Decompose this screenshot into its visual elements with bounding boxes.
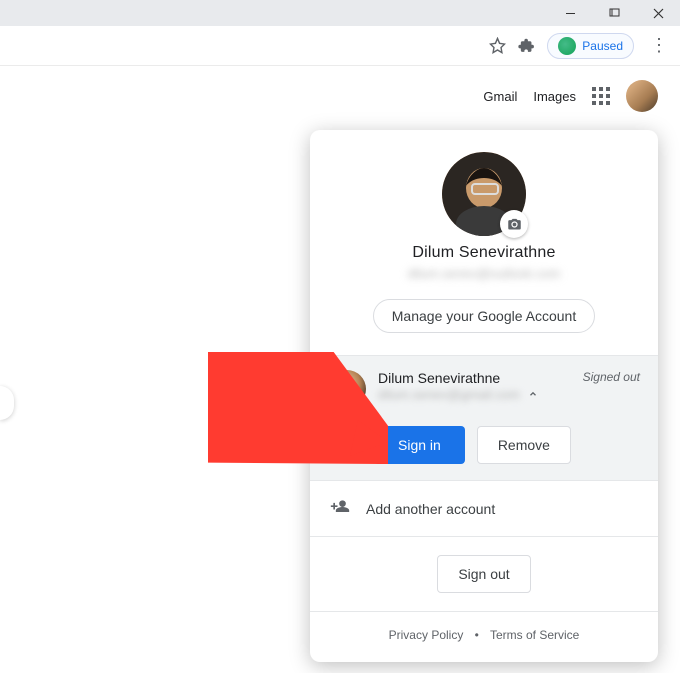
page-edge-handle bbox=[0, 386, 14, 420]
star-icon[interactable] bbox=[489, 37, 506, 54]
maximize-button[interactable] bbox=[592, 0, 636, 26]
terms-link[interactable]: Terms of Service bbox=[490, 628, 579, 642]
profile-paused-chip[interactable]: Paused bbox=[547, 33, 634, 59]
remove-button[interactable]: Remove bbox=[477, 426, 571, 464]
manage-account-button[interactable]: Manage your Google Account bbox=[373, 299, 595, 333]
paused-label: Paused bbox=[582, 39, 623, 53]
browser-toolbar: Paused ⋮ bbox=[0, 26, 680, 66]
privacy-link[interactable]: Privacy Policy bbox=[389, 628, 464, 642]
person-add-icon bbox=[330, 497, 350, 520]
sign-out-button[interactable]: Sign out bbox=[437, 555, 530, 593]
camera-icon[interactable] bbox=[500, 210, 528, 238]
panel-footer: Privacy Policy • Terms of Service bbox=[310, 612, 658, 662]
nav-images-link[interactable]: Images bbox=[533, 89, 576, 104]
window-titlebar bbox=[0, 0, 680, 26]
account-email: dilum.senev@outlook.com bbox=[310, 266, 658, 281]
sign-in-button[interactable]: Sign in bbox=[374, 426, 465, 464]
profile-avatar-icon bbox=[558, 37, 576, 55]
avatar-wrapper bbox=[442, 152, 526, 236]
secondary-account-row[interactable]: Dilum Senevirathne dilum.senev@gmail.com… bbox=[328, 370, 640, 408]
chevron-up-icon bbox=[528, 386, 538, 404]
secondary-account-email: dilum.senev@gmail.com bbox=[378, 387, 520, 402]
signed-out-status: Signed out bbox=[583, 370, 640, 384]
account-name: Dilum Senevirathne bbox=[310, 244, 658, 262]
more-icon[interactable]: ⋮ bbox=[646, 35, 672, 56]
header-nav: Gmail Images bbox=[0, 66, 680, 112]
header-avatar[interactable] bbox=[626, 80, 658, 112]
secondary-avatar bbox=[328, 370, 366, 408]
add-account-row[interactable]: Add another account bbox=[310, 481, 658, 537]
nav-gmail-link[interactable]: Gmail bbox=[483, 89, 517, 104]
apps-grid-icon[interactable] bbox=[592, 87, 610, 105]
add-account-label: Add another account bbox=[366, 501, 495, 517]
close-button[interactable] bbox=[636, 0, 680, 26]
account-panel: Dilum Senevirathne dilum.senev@outlook.c… bbox=[310, 130, 658, 662]
footer-separator: • bbox=[475, 628, 479, 642]
secondary-account-name: Dilum Senevirathne bbox=[378, 370, 571, 386]
extensions-icon[interactable] bbox=[518, 37, 535, 54]
secondary-account-section: Dilum Senevirathne dilum.senev@gmail.com… bbox=[310, 355, 658, 481]
minimize-button[interactable] bbox=[548, 0, 592, 26]
